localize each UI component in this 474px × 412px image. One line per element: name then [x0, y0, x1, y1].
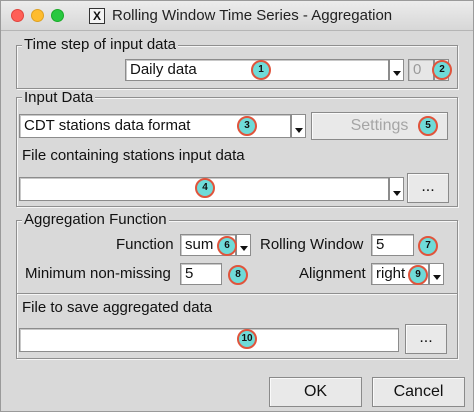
rolling-window-label: Rolling Window: [260, 236, 364, 253]
callout-badge-7: 7: [418, 236, 438, 256]
callout-badge-6: 6: [217, 236, 237, 256]
minimize-window-button[interactable]: [31, 9, 44, 22]
time-step-spin-field[interactable]: 0: [408, 59, 434, 81]
input-format-dropdown-button[interactable]: [291, 114, 306, 138]
callout-badge-2: 2: [432, 60, 452, 80]
rolling-window-input[interactable]: 5: [371, 234, 414, 256]
min-nonmissing-input[interactable]: 5: [180, 263, 222, 285]
x11-app-icon: X: [89, 8, 105, 24]
output-file-field[interactable]: [19, 328, 399, 352]
zoom-window-button[interactable]: [51, 9, 64, 22]
close-window-button[interactable]: [11, 9, 24, 22]
input-data-legend: Input Data: [22, 89, 96, 106]
function-dropdown-button[interactable]: [236, 234, 251, 256]
function-label: Function: [116, 236, 174, 253]
time-step-dropdown-button[interactable]: [389, 59, 404, 81]
input-file-dropdown-button[interactable]: [389, 177, 404, 201]
title-bar: X Rolling Window Time Series - Aggregati…: [1, 1, 473, 31]
input-file-browse-button[interactable]: ...: [407, 173, 449, 203]
alignment-dropdown-button[interactable]: [429, 263, 444, 285]
dialog-window: X Rolling Window Time Series - Aggregati…: [0, 0, 474, 412]
time-step-legend: Time step of input data: [22, 36, 179, 53]
aggregation-legend: Aggregation Function: [22, 211, 169, 228]
callout-badge-8: 8: [228, 265, 248, 285]
output-file-browse-button[interactable]: ...: [405, 324, 447, 354]
input-file-label: File containing stations input data: [22, 147, 245, 164]
cancel-button[interactable]: Cancel: [372, 377, 465, 407]
callout-badge-4: 4: [195, 178, 215, 198]
alignment-label: Alignment: [299, 265, 366, 282]
window-title: Rolling Window Time Series - Aggregation: [112, 7, 393, 24]
output-file-label: File to save aggregated data: [22, 299, 213, 316]
callout-badge-1: 1: [251, 60, 271, 80]
min-nonmissing-label: Minimum non-missing: [25, 265, 171, 282]
ok-button[interactable]: OK: [269, 377, 362, 407]
callout-badge-5: 5: [418, 116, 438, 136]
callout-badge-10: 10: [237, 329, 257, 349]
callout-badge-9: 9: [408, 265, 428, 285]
callout-badge-3: 3: [237, 116, 257, 136]
